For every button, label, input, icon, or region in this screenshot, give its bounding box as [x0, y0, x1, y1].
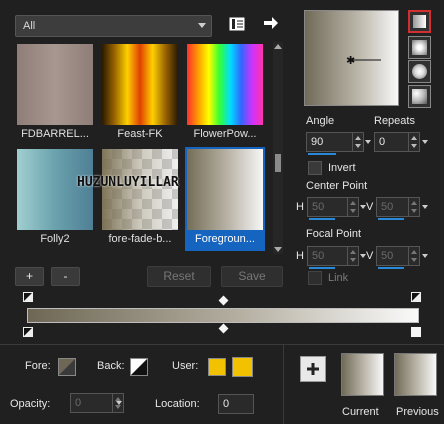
fore-color-swatch[interactable]	[58, 358, 76, 376]
focal-h-value: 50	[312, 250, 325, 262]
gallery-item[interactable]: Folly2	[15, 147, 95, 251]
linear-style-button[interactable]	[408, 10, 431, 33]
angle-label: Angle	[306, 115, 335, 127]
center-h-label: H	[296, 201, 304, 213]
focal-v-spinbox[interactable]: 50	[376, 246, 420, 269]
center-v-value: 50	[381, 201, 394, 213]
invert-label: Invert	[328, 162, 356, 174]
focal-h-stepper[interactable]	[347, 247, 358, 265]
gradient-bar[interactable]	[27, 308, 419, 323]
back-color-swatch[interactable]	[130, 358, 148, 376]
center-v-label: V	[366, 201, 374, 213]
category-dropdown-value: All	[23, 20, 36, 32]
gradient-swatch	[102, 44, 178, 125]
watermark-text: HUZUNLUYILLAR	[77, 175, 179, 190]
top-midpoint-diamond[interactable]	[218, 295, 229, 306]
rectangular-style-button[interactable]	[408, 36, 431, 59]
svg-text:✱: ✱	[346, 54, 355, 67]
chevron-down-icon	[198, 23, 206, 28]
opacity-label: Opacity:	[10, 398, 51, 410]
gallery-item[interactable]: Feast-FK	[100, 42, 180, 146]
angle-dropdown-icon[interactable]	[365, 140, 371, 144]
gallery-item-selected[interactable]: Foregroun...	[185, 147, 265, 251]
focal-v-dropdown-icon[interactable]	[422, 254, 428, 258]
center-h-spinbox[interactable]: 50	[307, 197, 359, 220]
user-label: User:	[172, 360, 199, 372]
reset-button[interactable]: Reset	[147, 266, 211, 287]
add-gradient-button[interactable]: +	[15, 267, 44, 286]
gradient-preview[interactable]: ✱	[304, 10, 399, 106]
gradient-swatch	[187, 44, 263, 125]
repeats-value: 0	[379, 136, 386, 148]
gallery-item-label: Foregroun...	[195, 233, 255, 245]
focal-point-label: Focal Point	[306, 228, 362, 240]
gradient-swatch	[187, 149, 263, 230]
repeats-spinbox[interactable]: 0	[374, 132, 420, 152]
previous-gradient-swatch[interactable]	[394, 353, 437, 396]
invert-checkbox[interactable]	[308, 161, 322, 175]
scroll-thumb[interactable]	[275, 154, 281, 172]
gallery-scrollbar[interactable]	[273, 42, 283, 254]
focal-v-value: 50	[381, 250, 394, 262]
back-label: Back:	[97, 360, 125, 372]
link-checkbox[interactable]	[308, 271, 322, 285]
center-point-label: Center Point	[306, 180, 368, 192]
gradient-swatch	[17, 44, 93, 125]
gradient-gallery: FDBARREL... Feast-FK FlowerPow... Folly2…	[15, 42, 273, 254]
opacity-value: 0	[75, 397, 82, 409]
fore-label: Fore:	[25, 360, 51, 372]
scroll-down-icon[interactable]	[274, 247, 282, 252]
current-gradient-swatch[interactable]	[341, 353, 384, 396]
gallery-item[interactable]: fore-fade-b...	[100, 147, 180, 251]
gallery-item-label: Feast-FK	[117, 128, 163, 140]
previous-label: Previous	[396, 406, 439, 418]
center-v-spinbox[interactable]: 50	[376, 197, 420, 220]
gallery-item-label: FDBARREL...	[21, 128, 89, 140]
repeats-dropdown-icon[interactable]	[422, 140, 428, 144]
gallery-item[interactable]: FlowerPow...	[185, 42, 265, 146]
user-color-swatch[interactable]	[208, 358, 226, 376]
sunburst-style-button[interactable]	[408, 85, 431, 108]
radial-style-button[interactable]	[408, 60, 431, 83]
location-value: 0	[223, 398, 230, 410]
focal-h-label: H	[296, 250, 304, 262]
center-v-stepper[interactable]	[408, 198, 419, 216]
focal-v-label: V	[366, 250, 374, 262]
center-h-stepper[interactable]	[347, 198, 358, 216]
top-right-stop[interactable]	[410, 291, 422, 303]
location-input[interactable]: 0	[218, 394, 254, 414]
category-dropdown[interactable]: All	[15, 15, 212, 37]
gallery-item-label: fore-fade-b...	[108, 233, 172, 245]
user-color-large-swatch[interactable]	[232, 357, 253, 377]
focal-h-spinbox[interactable]: 50	[307, 246, 359, 269]
divider	[283, 345, 284, 424]
add-preset-button[interactable]	[300, 356, 326, 382]
library-book-icon[interactable]	[227, 14, 247, 34]
bottom-left-stop[interactable]	[22, 326, 34, 338]
angle-stepper[interactable]	[352, 133, 363, 151]
bottom-right-stop[interactable]	[410, 326, 422, 338]
scroll-up-icon[interactable]	[274, 44, 282, 49]
location-label: Location:	[155, 398, 200, 410]
center-h-value: 50	[312, 201, 325, 213]
plus-icon	[307, 363, 319, 375]
top-left-stop[interactable]	[22, 291, 34, 303]
link-label: Link	[328, 272, 349, 284]
remove-gradient-button[interactable]: -	[51, 267, 80, 286]
gallery-item-label: FlowerPow...	[193, 128, 257, 140]
angle-spinbox[interactable]: 90	[306, 132, 364, 155]
repeats-stepper[interactable]	[408, 133, 419, 151]
bottom-midpoint-diamond[interactable]	[218, 323, 229, 334]
center-v-dropdown-icon[interactable]	[422, 205, 428, 209]
focal-v-stepper[interactable]	[408, 247, 419, 265]
gallery-item[interactable]: FDBARREL...	[15, 42, 95, 146]
current-label: Current	[342, 406, 379, 418]
gallery-item-label: Folly2	[40, 233, 70, 245]
opacity-dropdown-icon[interactable]	[116, 401, 122, 405]
repeats-label: Repeats	[374, 115, 415, 127]
arrow-right-icon[interactable]	[261, 13, 281, 33]
angle-value: 90	[311, 136, 324, 148]
divider	[0, 344, 444, 345]
save-button[interactable]: Save	[221, 266, 283, 287]
